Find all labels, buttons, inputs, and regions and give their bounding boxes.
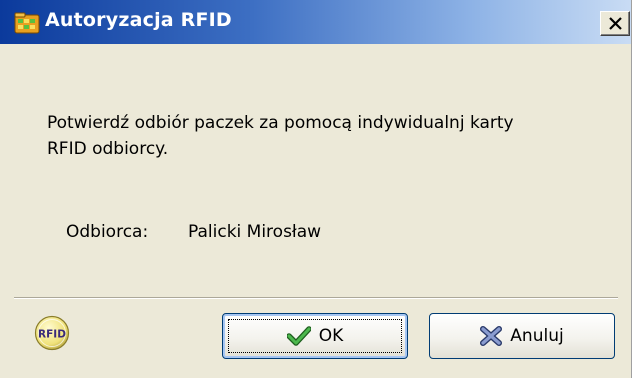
rfid-dialog-window: Autoryzacja RFID Potwierdź odbiór paczek…	[0, 0, 632, 378]
cancel-button-label: Anuluj	[510, 326, 564, 346]
title-bar[interactable]: Autoryzacja RFID	[0, 0, 631, 44]
ok-button-label: OK	[318, 326, 344, 346]
message-line-1: Potwierdź odbiór paczek za pomocą indywi…	[47, 113, 514, 133]
close-button[interactable]	[600, 11, 630, 36]
recipient-name: Palicki Mirosław	[188, 222, 322, 242]
rfid-badge-icon: RFID	[34, 315, 70, 351]
rfid-badge-text: RFID	[38, 329, 66, 341]
confirmation-message: Potwierdź odbiór paczek za pomocą indywi…	[47, 110, 607, 162]
window-title: Autoryzacja RFID	[45, 9, 232, 31]
cancel-button[interactable]: Anuluj	[429, 313, 615, 359]
checkmark-icon	[286, 326, 311, 346]
close-icon	[609, 17, 622, 30]
footer-separator	[14, 297, 618, 299]
message-line-2: RFID odbiorcy.	[47, 139, 169, 159]
cross-icon	[480, 326, 503, 346]
ok-button[interactable]: OK	[222, 313, 408, 359]
folder-grid-icon	[14, 12, 40, 34]
recipient-label: Odbiorca:	[66, 222, 149, 242]
